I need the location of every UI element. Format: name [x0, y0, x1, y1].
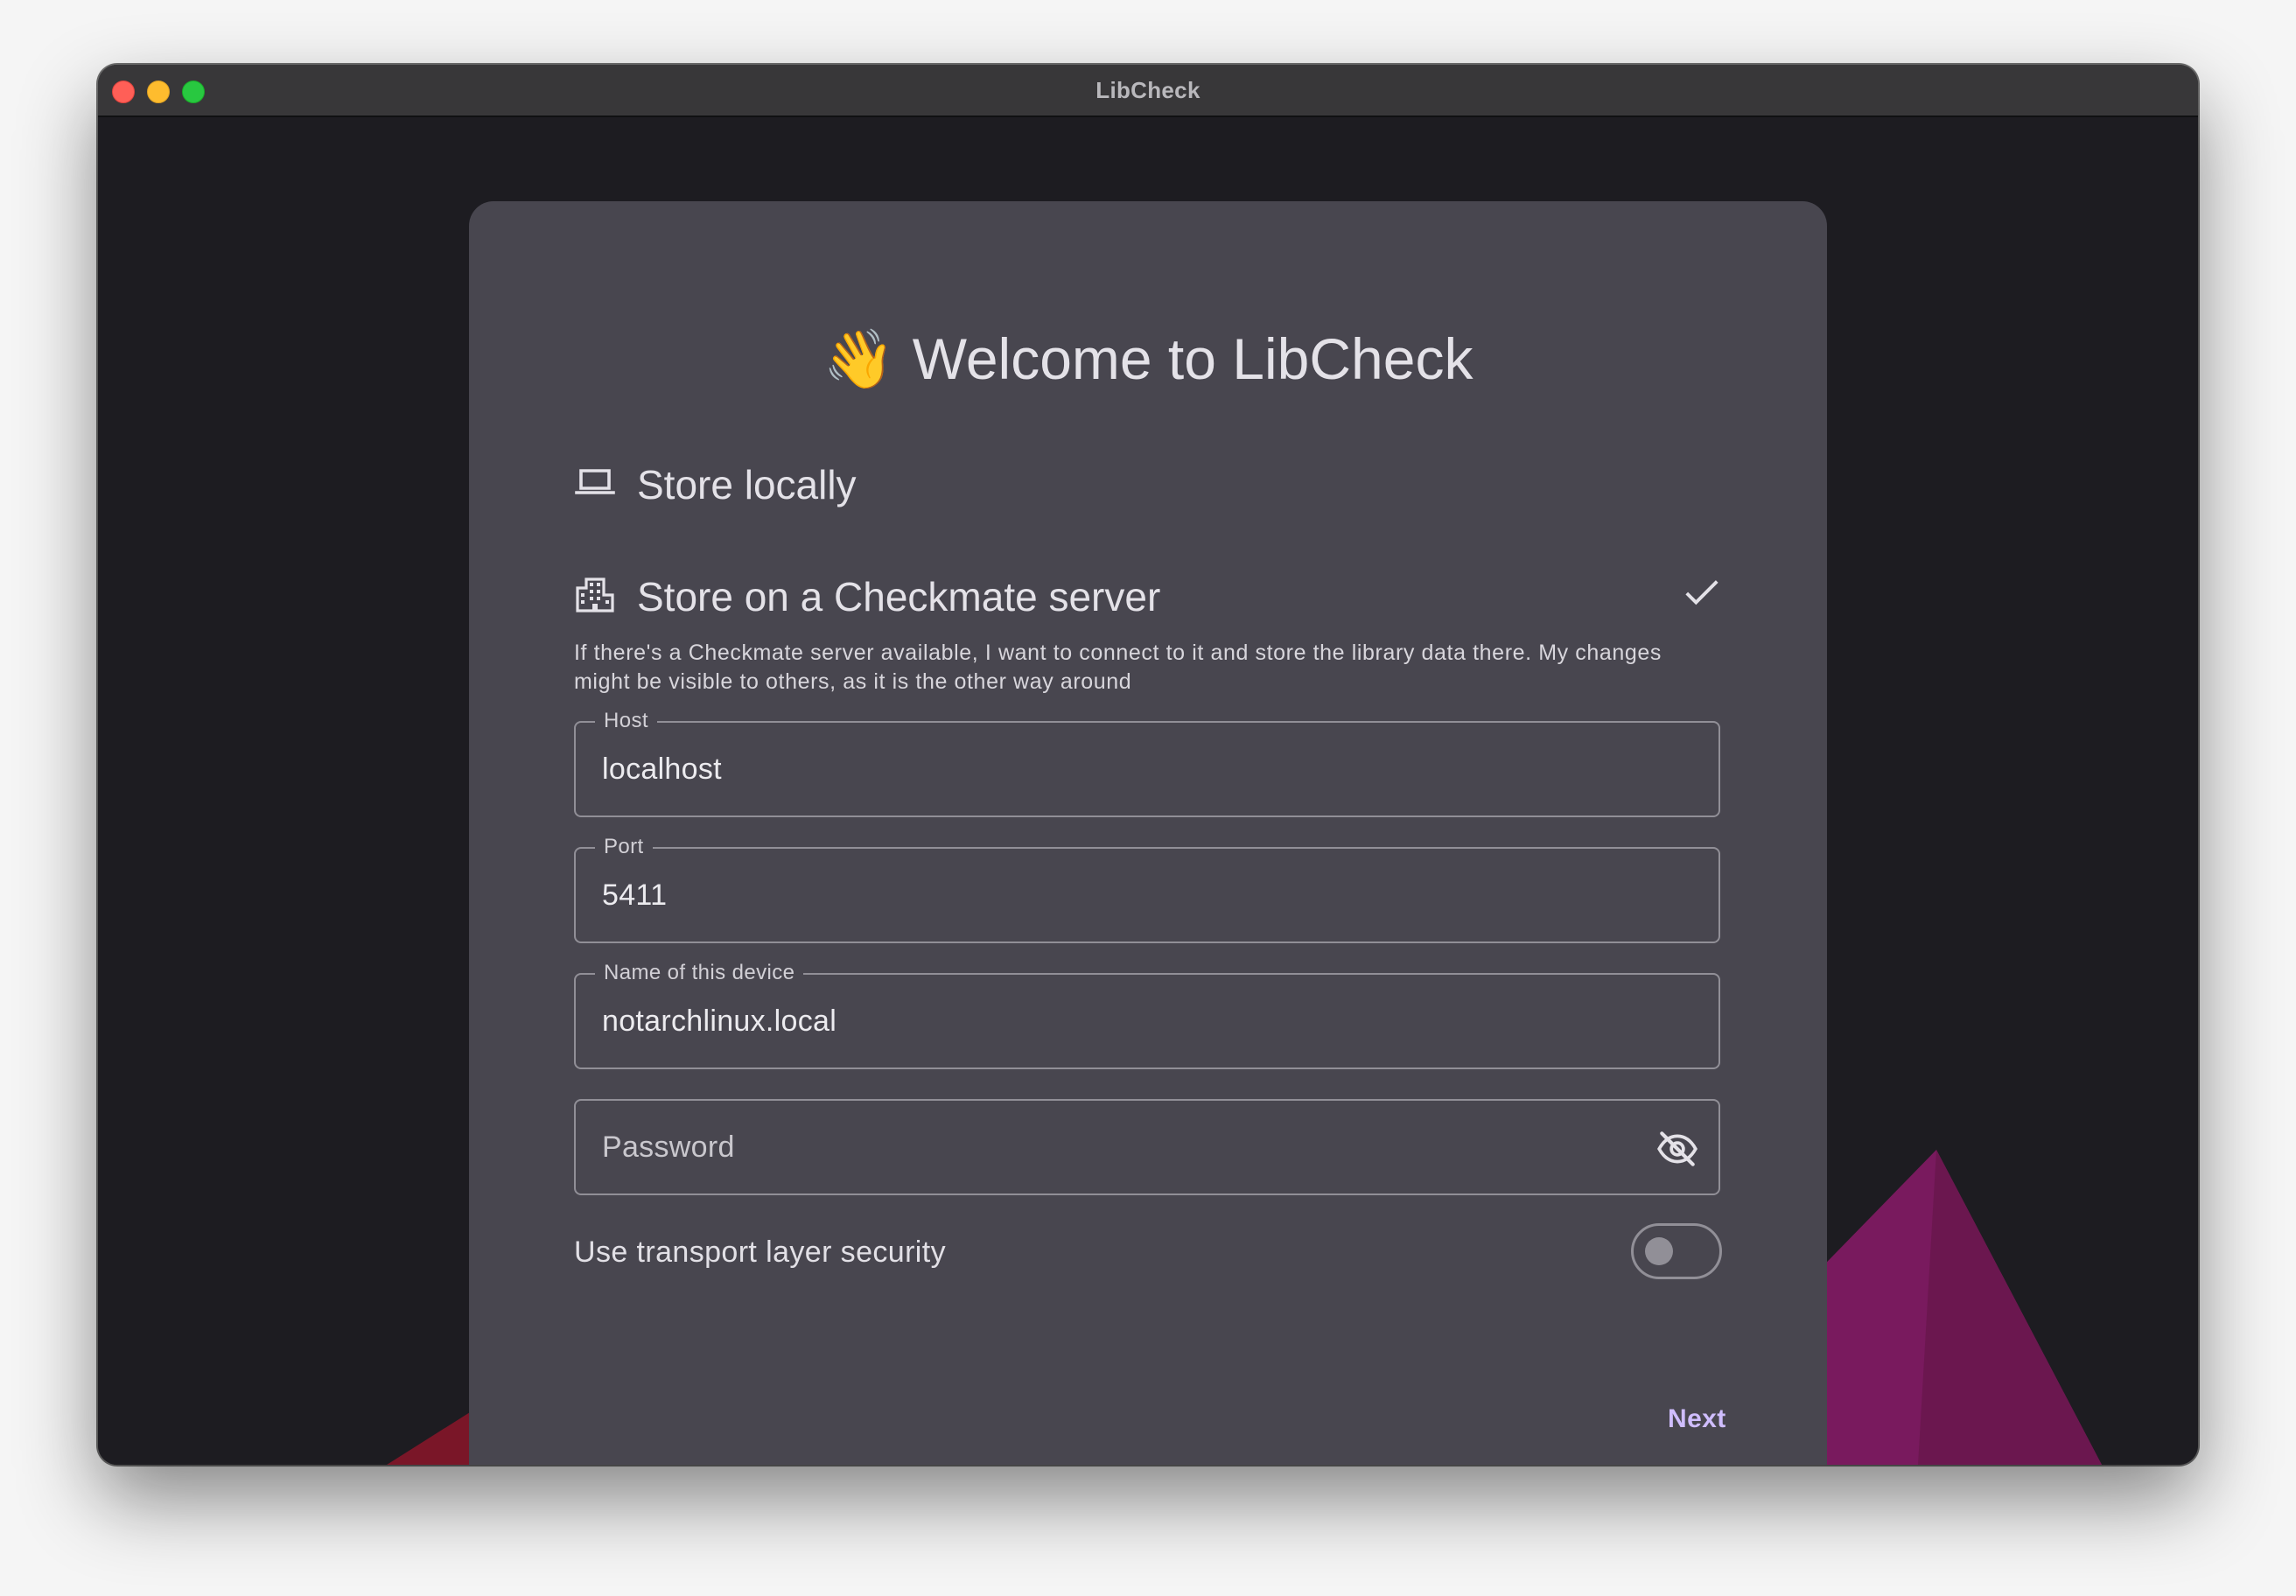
option-server-label: Store on a Checkmate server: [637, 574, 1161, 620]
tls-toggle[interactable]: [1631, 1223, 1722, 1279]
option-store-on-server[interactable]: Store on a Checkmate server: [574, 564, 1722, 625]
welcome-title: Welcome to LibCheck: [912, 326, 1474, 391]
title-bar[interactable]: LibCheck: [98, 65, 2198, 117]
building-icon: [576, 578, 614, 612]
port-field[interactable]: Port 5411: [574, 835, 1720, 943]
tls-toggle-knob: [1645, 1237, 1673, 1265]
next-button[interactable]: Next: [1668, 1402, 1726, 1437]
app-window: LibCheck 👋 Welcome to LibCheck Store loc…: [98, 65, 2198, 1465]
welcome-heading: 👋 Welcome to LibCheck: [469, 324, 1827, 394]
option-local-label: Store locally: [637, 462, 857, 508]
laptop-icon: [575, 469, 615, 494]
password-field[interactable]: Password: [574, 1099, 1720, 1195]
window-title: LibCheck: [1096, 77, 1200, 103]
port-field-label: Port: [595, 835, 653, 859]
server-option-description: If there's a Checkmate server available,…: [574, 640, 1662, 694]
password-input[interactable]: Password: [602, 1129, 735, 1166]
desktop: LibCheck 👋 Welcome to LibCheck Store loc…: [0, 0, 2296, 1596]
host-input[interactable]: localhost: [602, 751, 722, 788]
device-name-field-label: Name of this device: [595, 961, 804, 985]
waving-hand-icon: 👋: [822, 326, 895, 391]
checkmark-icon: [1685, 580, 1718, 606]
host-field-label: Host: [595, 709, 657, 733]
port-input[interactable]: 5411: [602, 877, 667, 914]
app-content: 👋 Welcome to LibCheck Store locally Stor…: [98, 117, 2198, 1465]
device-name-input[interactable]: notarchlinux.local: [602, 1003, 836, 1040]
host-field[interactable]: Host localhost: [574, 709, 1720, 817]
setup-card: 👋 Welcome to LibCheck Store locally Stor…: [469, 201, 1827, 1465]
eye-off-icon[interactable]: [1656, 1127, 1699, 1171]
device-name-field[interactable]: Name of this device notarchlinux.local: [574, 961, 1720, 1069]
tls-label: Use transport layer security: [574, 1236, 947, 1269]
option-store-locally[interactable]: Store locally: [574, 452, 1722, 513]
